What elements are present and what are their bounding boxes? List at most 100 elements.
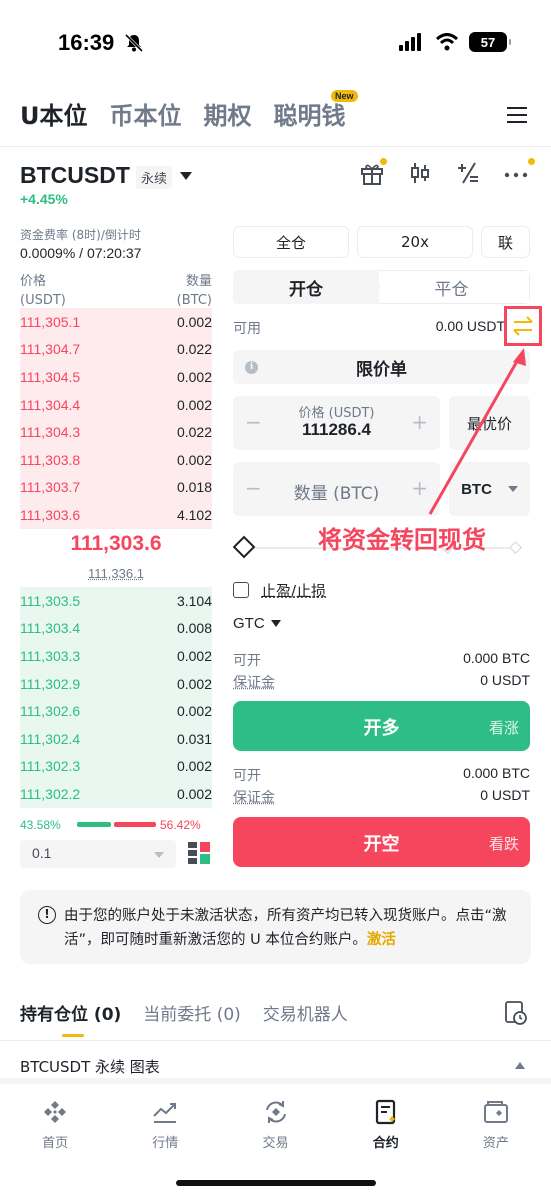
bid-row[interactable]: 111,303.3 0.002 <box>20 642 212 670</box>
bid-row[interactable]: 111,302.6 0.002 <box>20 697 212 725</box>
ask-qty: 4.102 <box>176 506 212 523</box>
candlestick-chart-icon[interactable] <box>407 160 433 186</box>
ask-price: 111,304.3 <box>20 424 81 441</box>
best-price-button[interactable]: 最优价 <box>449 396 530 450</box>
ask-row[interactable]: 111,303.6 4.102 <box>20 501 212 529</box>
ask-list: 111,305.1 0.002 111,304.7 0.022 111,304.5 0… <box>20 308 212 529</box>
open-short-button[interactable]: 开空 看跌 <box>233 817 530 867</box>
quantity-slider-handle[interactable] <box>232 535 256 559</box>
asset-mode-button[interactable]: 联 <box>481 226 530 258</box>
ask-row[interactable]: 111,304.5 0.002 <box>20 363 212 391</box>
transfer-button[interactable] <box>504 306 542 346</box>
funding-rate-label[interactable]: 资金费率 (8时)/倒计时 <box>20 226 141 243</box>
ask-row[interactable]: 111,303.7 0.018 <box>20 473 212 502</box>
symbol-name[interactable]: BTCUSDT <box>20 162 130 189</box>
nav-assets-label: 资产 <box>482 1136 509 1151</box>
long-margin-value: 0 USDT <box>480 672 530 688</box>
order-history-icon[interactable] <box>504 1000 528 1026</box>
margin-mode-button[interactable]: 全仓 <box>233 226 349 258</box>
price-input-value: 111286.4 <box>301 420 372 439</box>
available-label: 可用 <box>233 321 261 337</box>
menu-icon[interactable] <box>507 106 527 124</box>
bid-price: 111,303.5 <box>20 592 81 609</box>
nav-home[interactable]: 首页 <box>0 1090 110 1160</box>
ask-row[interactable]: 111,304.4 0.002 <box>20 390 212 419</box>
tab-trading-bots[interactable]: 交易机器人 <box>263 1000 348 1025</box>
annotation-text: 将资金转回现货 <box>318 526 486 554</box>
order-type-select[interactable]: i 限价单 <box>233 350 530 384</box>
more-icon[interactable] <box>503 158 535 186</box>
qty-plus-icon[interactable]: + <box>411 476 428 500</box>
bid-list: 111,303.5 3.104 111,303.4 0.008 111,303.3 0… <box>20 587 212 808</box>
ask-row[interactable]: 111,303.8 0.002 <box>20 445 212 474</box>
sell-ratio-bar <box>114 822 156 827</box>
time-in-force-value: GTC <box>233 615 265 632</box>
caret-down-icon <box>270 620 281 627</box>
funding-rate-value: 0.0009% / 07:20:37 <box>20 245 142 261</box>
quantity-input[interactable]: − 数量 (BTC) + <box>233 462 440 516</box>
long-max-label: 可开 <box>233 653 261 669</box>
chart-toggle-bar[interactable]: BTCUSDT 永续 图表 <box>0 1046 551 1084</box>
price-plus-icon[interactable]: + <box>411 410 428 434</box>
bid-qty: 0.008 <box>176 620 212 637</box>
tab-close-position[interactable]: 平仓 <box>373 270 530 304</box>
quantity-unit-select[interactable]: BTC <box>449 462 530 516</box>
tab-positions[interactable]: 持有仓位 (0) <box>20 1000 121 1025</box>
bid-row[interactable]: 111,302.2 0.002 <box>20 780 212 808</box>
short-margin-label[interactable]: 保证金 <box>233 787 275 807</box>
slider-step-mark <box>509 541 522 554</box>
bid-price: 111,302.4 <box>20 730 81 747</box>
orderbook-layout-icon[interactable] <box>188 842 210 864</box>
nav-markets[interactable]: 行情 <box>110 1090 220 1160</box>
tab-open-orders[interactable]: 当前委托 (0) <box>143 1000 240 1025</box>
tab-smart-money[interactable]: 聪明钱 New <box>274 90 358 131</box>
ask-row[interactable]: 111,305.1 0.002 <box>20 308 212 336</box>
nav-futures[interactable]: 合约 <box>331 1090 441 1160</box>
bid-row[interactable]: 111,303.5 3.104 <box>20 587 212 615</box>
long-margin-label[interactable]: 保证金 <box>233 672 275 692</box>
info-icon[interactable]: i <box>245 361 258 374</box>
tpsl-label[interactable]: 止盈/止损 <box>261 580 326 601</box>
calculator-icon[interactable] <box>455 160 481 186</box>
bid-row[interactable]: 111,302.9 0.002 <box>20 669 212 698</box>
home-icon <box>44 1101 67 1123</box>
divider <box>0 1040 551 1041</box>
symbol-dropdown-icon[interactable] <box>180 172 192 180</box>
perpetual-badge: 永续 <box>136 166 173 189</box>
open-long-button[interactable]: 开多 看涨 <box>233 701 530 751</box>
depth-step-value: 0.1 <box>32 845 52 861</box>
ask-row[interactable]: 111,304.3 0.022 <box>20 418 212 446</box>
ask-row[interactable]: 111,304.7 0.022 <box>20 335 212 364</box>
activate-link[interactable]: 激活 <box>367 932 396 948</box>
tab-options[interactable]: 期权 <box>204 96 252 131</box>
bid-row[interactable]: 111,302.3 0.002 <box>20 752 212 781</box>
chevron-down-icon <box>154 852 164 858</box>
ask-price: 111,304.5 <box>20 368 81 385</box>
time-in-force-select[interactable]: GTC <box>233 615 281 632</box>
nav-trade[interactable]: 交易 <box>220 1090 330 1160</box>
new-badge: New <box>330 90 358 102</box>
ask-qty: 0.018 <box>176 479 212 496</box>
bid-qty: 0.031 <box>176 730 212 747</box>
ask-price: 111,305.1 <box>20 313 81 330</box>
depth-step-select[interactable]: 0.1 <box>20 840 176 868</box>
tpsl-checkbox[interactable] <box>233 582 249 598</box>
tab-coinm[interactable]: 币本位 <box>110 96 182 131</box>
price-input[interactable]: − 价格 (USDT) 111286.4 + <box>233 396 440 450</box>
bid-price: 111,302.2 <box>20 785 81 802</box>
bid-row[interactable]: 111,303.4 0.008 <box>20 614 212 643</box>
quantity-placeholder: 数量 (BTC) <box>293 484 380 504</box>
warning-icon: ! <box>38 906 56 924</box>
leverage-button[interactable]: 20x <box>357 226 473 258</box>
inactive-account-notice: ! 由于您的账户处于未激活状态，所有资产均已转入现货账户。点击“激活”，即可随时… <box>20 890 531 964</box>
futures-icon <box>375 1099 395 1125</box>
gift-icon[interactable] <box>359 158 387 186</box>
tab-usdm[interactable]: U本位 <box>20 96 88 131</box>
bid-row[interactable]: 111,302.4 0.031 <box>20 724 212 753</box>
last-price: 111,303.6 <box>70 532 162 555</box>
mark-price[interactable]: 111,336.1 <box>20 566 212 581</box>
bell-muted-icon <box>124 33 144 53</box>
price-header-label: 价格 <box>20 274 47 289</box>
nav-assets[interactable]: 资产 <box>441 1090 551 1160</box>
tab-open-position[interactable]: 开仓 <box>233 270 379 304</box>
